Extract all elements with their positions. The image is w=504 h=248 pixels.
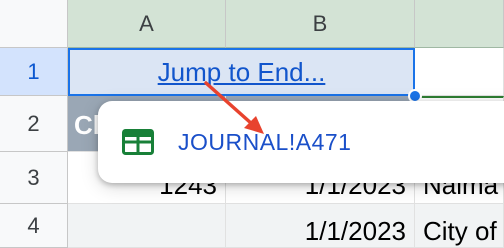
annotation-arrow-icon	[204, 81, 264, 134]
